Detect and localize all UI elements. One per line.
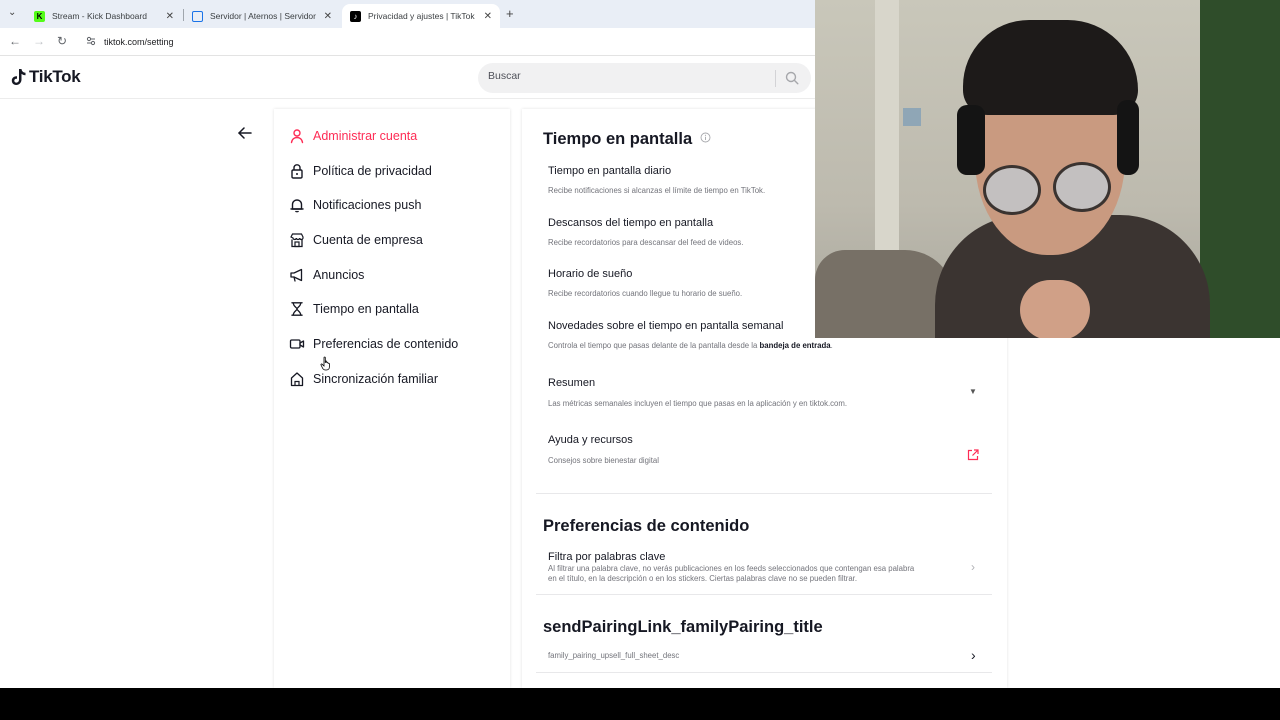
tab-tiktok-settings[interactable]: ♪ Privacidad y ajustes | TikTok ✕ xyxy=(342,4,500,28)
store-icon xyxy=(290,233,304,248)
sidebar-item-notificaciones-push[interactable]: Notificaciones push xyxy=(289,194,421,216)
webcam-poster xyxy=(903,108,921,126)
sleep-schedule-title[interactable]: Horario de sueño xyxy=(548,268,632,280)
hand-cursor-icon xyxy=(320,356,330,371)
section-divider xyxy=(536,672,992,673)
tab-search-chevron-icon[interactable]: ⌄ xyxy=(8,7,16,18)
help-resources-desc: Consejos sobre bienestar digital xyxy=(548,456,659,465)
tiktok-icon: ♪ xyxy=(350,10,361,22)
summary-desc: Las métricas semanales incluyen el tiemp… xyxy=(548,399,848,408)
aternos-icon xyxy=(192,10,203,22)
screen-time-section-title: Tiempo en pantalla xyxy=(543,130,711,149)
sidebar-item-tiempo-pantalla[interactable]: Tiempo en pantalla xyxy=(289,298,419,320)
webcam-overlay xyxy=(815,0,1280,338)
webcam-green-wall xyxy=(1200,0,1280,338)
logo-text: TikTok xyxy=(29,67,81,86)
user-icon xyxy=(290,129,304,144)
weekly-screen-time-title[interactable]: Novedades sobre el tiempo en pantalla se… xyxy=(548,320,783,332)
sidebar-item-label: Preferencias de contenido xyxy=(313,337,459,351)
tiktok-note-icon xyxy=(11,69,26,85)
chevron-right-icon[interactable]: › xyxy=(971,647,976,663)
forward-arrow-icon[interactable]: → xyxy=(33,34,45,48)
inbox-link[interactable]: bandeja de entrada xyxy=(760,341,831,350)
family-pairing-section-title: sendPairingLink_familyPairing_title xyxy=(543,618,823,636)
sidebar-item-label: Notificaciones push xyxy=(313,198,422,212)
megaphone-icon xyxy=(290,268,303,282)
close-tab-icon[interactable]: ✕ xyxy=(166,11,174,22)
hourglass-icon xyxy=(291,302,303,316)
webcam-headphone-left xyxy=(957,105,985,175)
address-bar[interactable]: tiktok.com/setting xyxy=(104,37,174,47)
tab-aternos[interactable]: Servidor | Aternos | Servidor de ✕ xyxy=(184,4,340,28)
close-tab-icon[interactable]: ✕ xyxy=(484,11,492,22)
sidebar-item-administrar-cuenta[interactable]: Administrar cuenta xyxy=(289,125,417,147)
daily-screen-time-desc: Recibe notificaciones si alcanzas el lím… xyxy=(548,186,766,195)
webcam-chair xyxy=(815,250,955,338)
keyword-filter-title[interactable]: Filtra por palabras clave xyxy=(548,551,665,563)
video-icon xyxy=(289,339,305,349)
tab-kick-dashboard[interactable]: K Stream - Kick Dashboard ✕ xyxy=(26,4,182,28)
home-icon xyxy=(290,372,304,387)
keyword-filter-desc-line2: en el título, en la descripción o en los… xyxy=(548,574,858,583)
back-arrow-icon[interactable]: ← xyxy=(9,34,21,48)
sidebar-item-label: Administrar cuenta xyxy=(313,129,418,143)
reload-icon[interactable]: ↻ xyxy=(57,34,67,48)
keyword-filter-desc-line1: Al filtrar una palabra clave, no verás p… xyxy=(548,564,915,573)
site-info-icon[interactable] xyxy=(86,36,96,46)
content-prefs-section-title: Preferencias de contenido xyxy=(543,517,750,535)
external-link-icon[interactable] xyxy=(967,449,979,461)
family-pairing-desc[interactable]: family_pairing_upsell_full_sheet_desc xyxy=(548,651,679,660)
weekly-screen-time-desc: Controla el tiempo que pasas delante de … xyxy=(548,341,833,350)
sidebar-item-label: Cuenta de empresa xyxy=(313,233,423,247)
tab-title: Servidor | Aternos | Servidor de xyxy=(210,11,318,21)
screen: ⌄ K Stream - Kick Dashboard ✕ Servidor |… xyxy=(0,0,1280,688)
info-icon[interactable] xyxy=(700,132,711,143)
sidebar-item-cuenta-empresa[interactable]: Cuenta de empresa xyxy=(289,229,423,251)
screen-time-breaks-title[interactable]: Descansos del tiempo en pantalla xyxy=(548,217,713,229)
section-divider xyxy=(536,594,992,595)
tiktok-logo[interactable]: TikTok xyxy=(11,67,81,87)
sidebar-item-label: Política de privacidad xyxy=(313,164,432,178)
desc-end: . xyxy=(830,341,833,350)
close-tab-icon[interactable]: ✕ xyxy=(324,11,332,22)
browser-toolbar: ← → ↻ tiktok.com/setting xyxy=(0,28,815,56)
sidebar-item-label: Sincronización familiar xyxy=(313,372,439,386)
lock-icon xyxy=(291,164,303,179)
tiktok-header: TikTok xyxy=(0,57,815,99)
sleep-schedule-desc: Recibe recordatorios cuando llegue tu ho… xyxy=(548,289,743,298)
bell-icon xyxy=(290,199,304,213)
webcam-glasses-right xyxy=(1053,162,1111,212)
summary-title[interactable]: Resumen xyxy=(548,377,595,389)
caret-down-icon[interactable]: ▼ xyxy=(969,387,977,396)
back-arrow-button[interactable] xyxy=(236,124,254,142)
search-bar[interactable] xyxy=(478,63,811,93)
new-tab-button[interactable]: + xyxy=(506,6,514,21)
tab-title: Stream - Kick Dashboard xyxy=(52,11,147,21)
kick-icon: K xyxy=(34,10,45,22)
settings-sidebar: Administrar cuenta Política de privacida… xyxy=(274,109,510,688)
search-icon[interactable] xyxy=(785,71,799,85)
sidebar-item-anuncios[interactable]: Anuncios xyxy=(289,264,364,286)
section-title-text: Tiempo en pantalla xyxy=(543,130,693,148)
browser-tab-strip: ⌄ K Stream - Kick Dashboard ✕ Servidor |… xyxy=(0,0,815,28)
screen-time-breaks-desc: Recibe recordatorios para descansar del … xyxy=(548,238,744,247)
help-resources-title[interactable]: Ayuda y recursos xyxy=(548,434,633,446)
sidebar-item-preferencias-contenido[interactable]: Preferencias de contenido xyxy=(289,333,458,355)
desc-text: Controla el tiempo que pasas delante de … xyxy=(548,341,758,350)
sidebar-item-sincronizacion-familiar[interactable]: Sincronización familiar xyxy=(289,368,438,390)
webcam-person-hand xyxy=(1020,280,1090,338)
letterbox-bar xyxy=(0,688,1280,720)
search-divider xyxy=(775,70,776,87)
sidebar-item-label: Tiempo en pantalla xyxy=(313,302,419,316)
search-input[interactable] xyxy=(488,70,768,82)
tab-title: Privacidad y ajustes | TikTok xyxy=(368,11,475,21)
sidebar-item-politica-privacidad[interactable]: Política de privacidad xyxy=(289,160,432,182)
webcam-headphone-right xyxy=(1117,100,1139,175)
webcam-glasses-left xyxy=(983,165,1041,215)
section-divider xyxy=(536,493,992,494)
sidebar-item-label: Anuncios xyxy=(313,268,365,282)
chevron-right-icon[interactable]: › xyxy=(971,560,975,574)
daily-screen-time-title[interactable]: Tiempo en pantalla diario xyxy=(548,165,671,177)
